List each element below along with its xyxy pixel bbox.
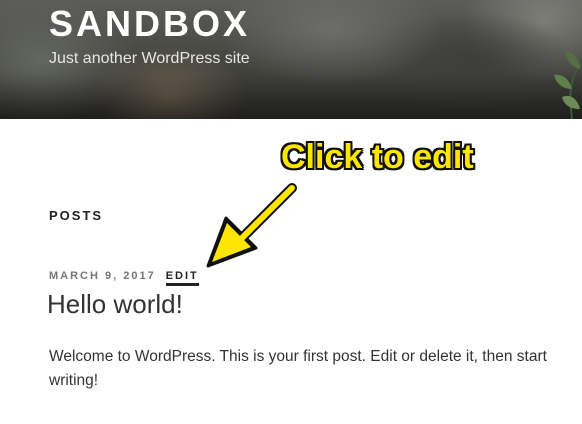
site-tagline: Just another WordPress site	[49, 50, 250, 67]
annotation-callout: Click to edit	[281, 138, 474, 176]
site-header: SANDBOX Just another WordPress site	[0, 0, 582, 119]
post-date[interactable]: MARCH 9, 2017	[49, 270, 156, 282]
header-shade	[0, 74, 582, 119]
post-content: Welcome to WordPress. This is your first…	[49, 348, 547, 389]
page: SANDBOX Just another WordPress site POST…	[0, 0, 582, 424]
section-title: POSTS	[49, 208, 104, 223]
post-meta: MARCH 9, 2017 EDIT	[49, 269, 199, 286]
plant-leaves-icon	[554, 51, 580, 119]
site-title[interactable]: SANDBOX	[49, 2, 250, 46]
arrow-down-left-icon	[206, 183, 297, 268]
edit-link[interactable]: EDIT	[165, 270, 199, 286]
post-title[interactable]: Hello world!	[47, 287, 183, 321]
